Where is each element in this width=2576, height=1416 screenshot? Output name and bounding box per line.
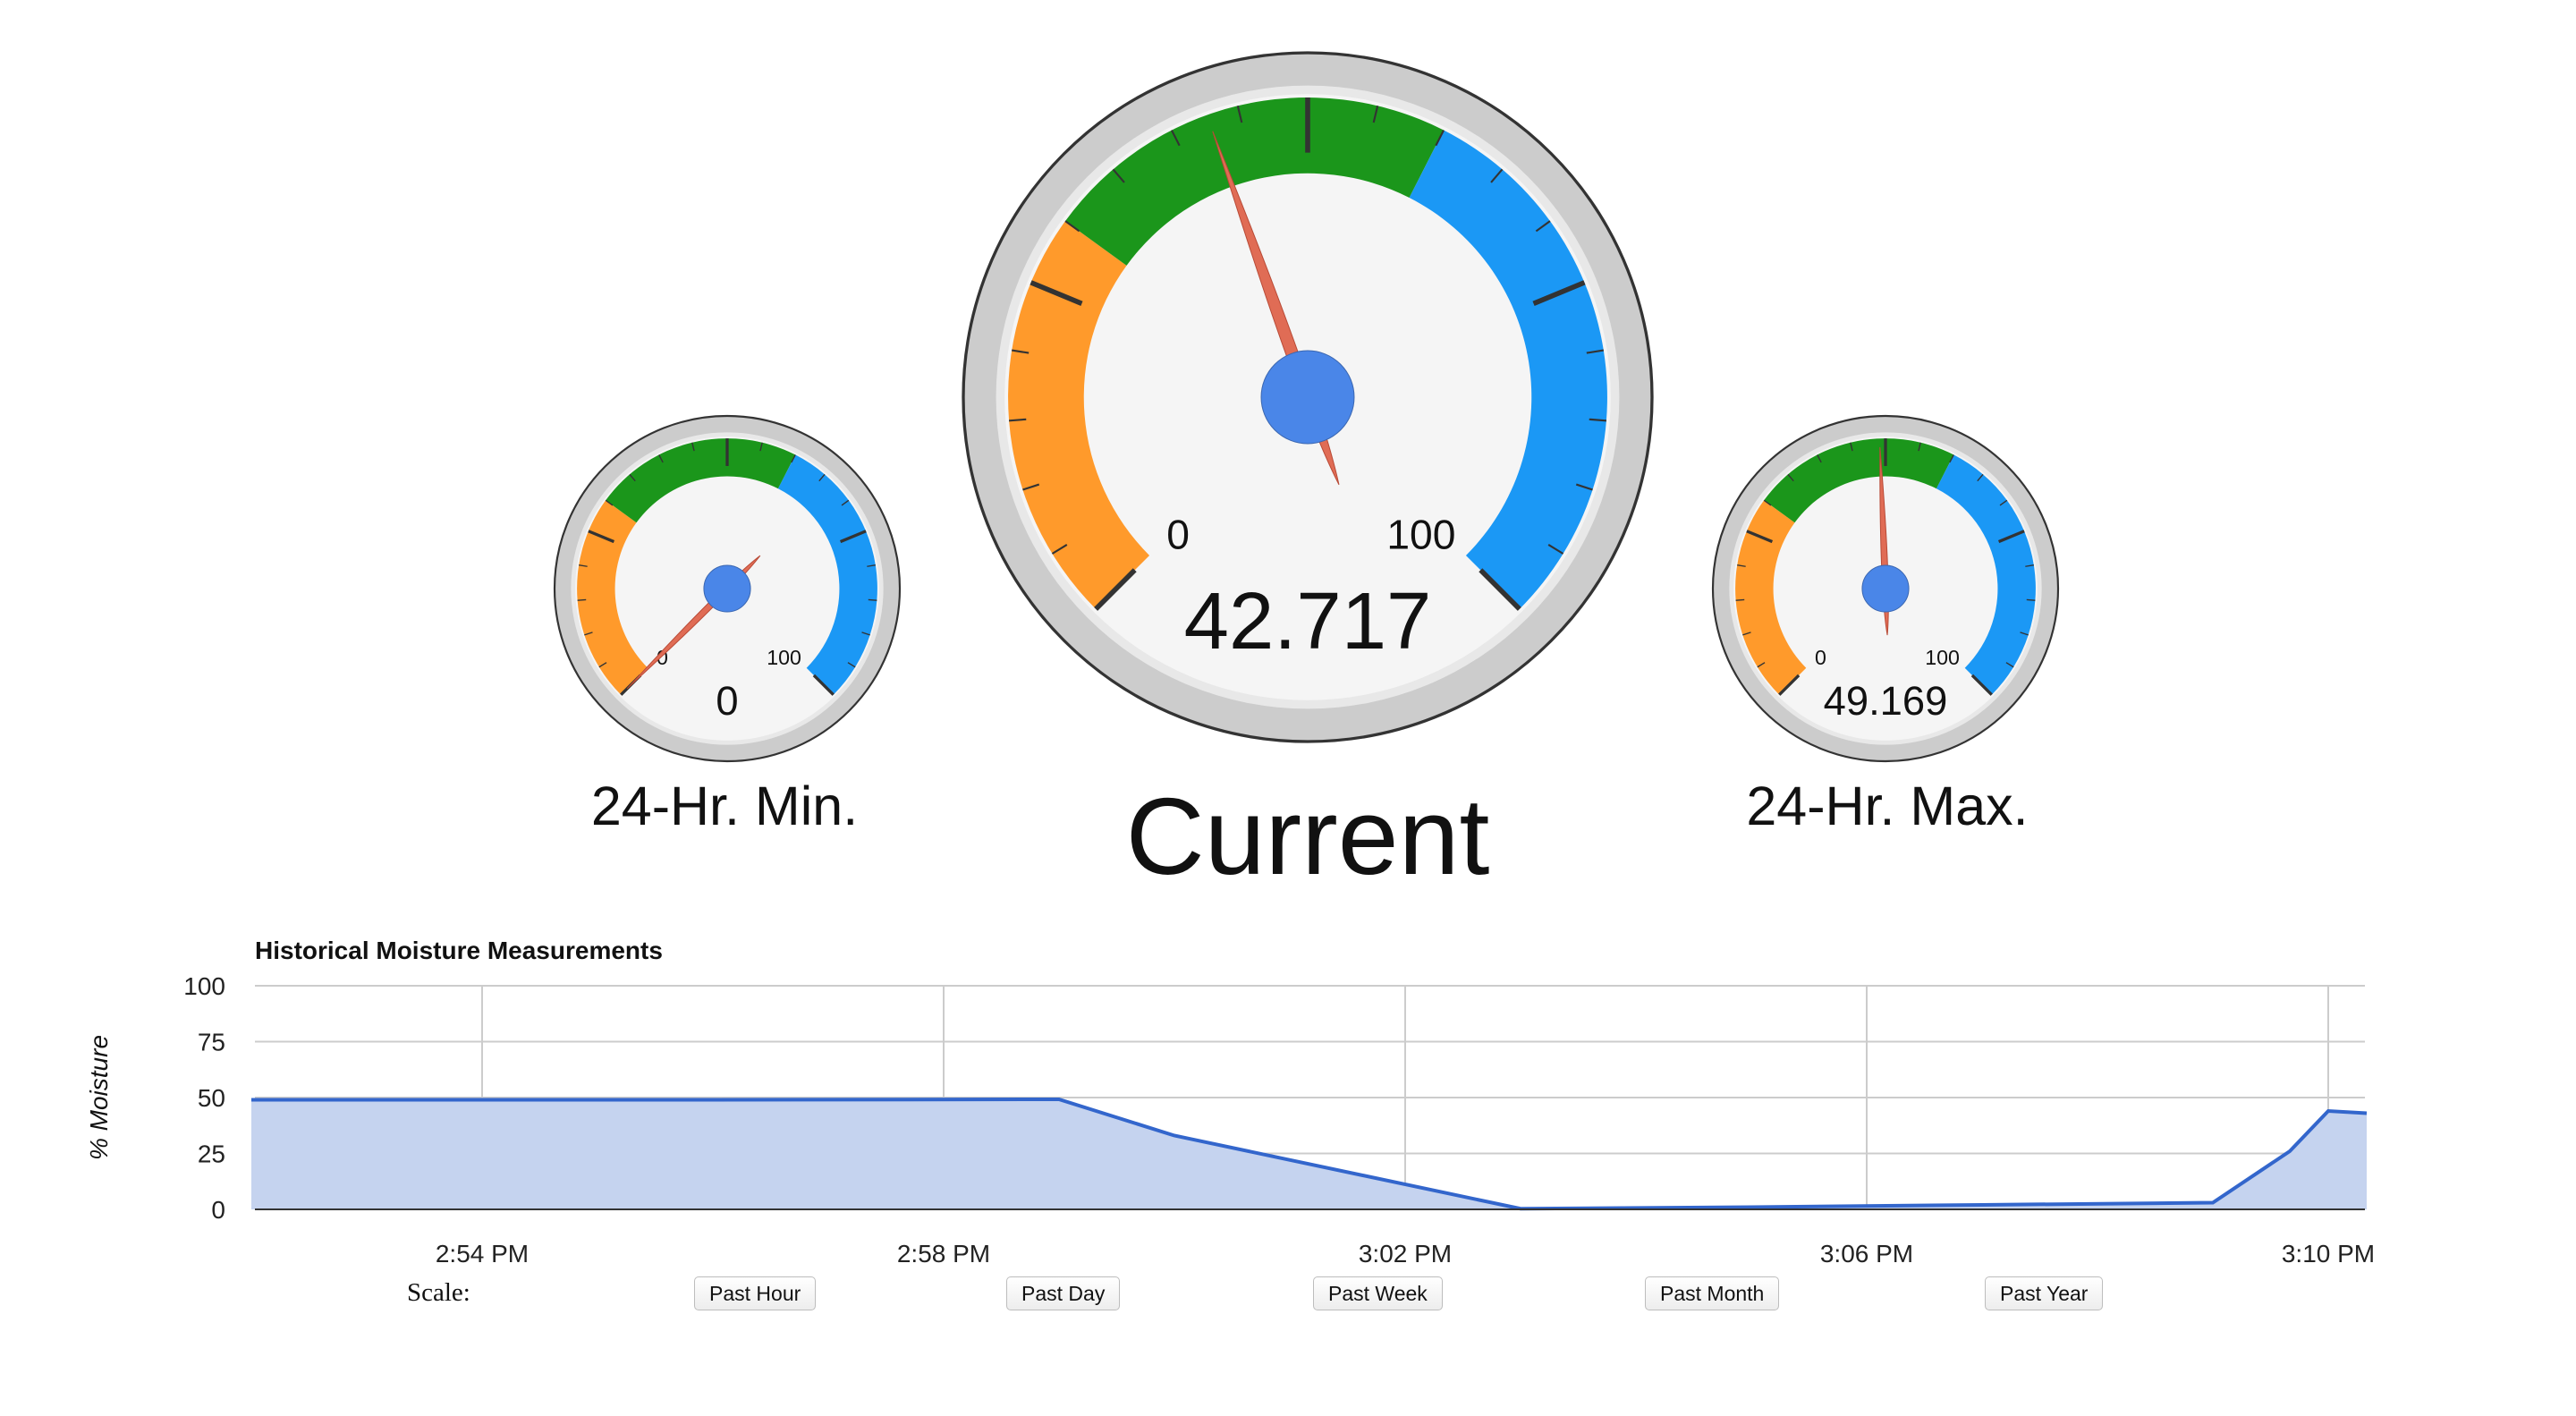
gauge-svg: 0 1000 <box>553 414 902 763</box>
past-day-button[interactable]: Past Day <box>1006 1276 1121 1310</box>
chart-data-point[interactable] <box>2289 1150 2292 1153</box>
gauge-range-min-label: 0 <box>1166 511 1190 557</box>
chart-title: Historical Moisture Measurements <box>255 937 663 964</box>
chart-x-tick-label: 2:54 PM <box>436 1240 529 1268</box>
chart-y-axis-label: % Moisture <box>85 1035 113 1160</box>
chart-data-point[interactable] <box>2212 1201 2215 1204</box>
gauge-range-max-label: 100 <box>1925 646 1960 669</box>
chart-y-tick-label: 100 <box>183 972 225 1000</box>
gauge-minor-tick <box>1735 598 1745 601</box>
gauge-value-label: 0 <box>716 678 738 724</box>
chart-y-tick-label: 25 <box>198 1140 225 1168</box>
gauge-range-min-label: 0 <box>1815 646 1826 669</box>
gauge-minor-tick <box>1589 418 1607 422</box>
past-hour-button[interactable]: Past Hour <box>694 1276 817 1310</box>
chart-svg: Historical Moisture Measurements 0 25 50 75 1… <box>85 937 2375 1268</box>
gauge-value-label: 49.169 <box>1824 678 1948 724</box>
gauge-hub <box>1861 564 1910 613</box>
chart-data-point[interactable] <box>2327 1110 2330 1113</box>
past-week-button[interactable]: Past Week <box>1313 1276 1443 1310</box>
gauge-svg: 0 100 42.717 <box>962 51 1654 743</box>
chart-data-point[interactable] <box>1981 1204 1984 1207</box>
chart-data-point[interactable] <box>1174 1134 1176 1137</box>
gauge-hub <box>1260 350 1355 445</box>
gauge-24hr-max: 0 100 49.169 <box>1708 411 2063 766</box>
gauge-value-label: 42.717 <box>1184 576 1432 666</box>
gauge-min-caption: 24-Hr. Min. <box>590 776 859 836</box>
dashboard: 0 100 0 0 100 42.717 0 100 49.169 24-Hr. Min. … <box>0 0 2576 1416</box>
chart-y-tick-label: 50 <box>198 1084 225 1112</box>
gauge-svg: 0 100 49.169 <box>1711 414 2060 763</box>
scale-label: Scale: <box>407 1278 470 1307</box>
gauge-range-max-label: 100 <box>767 646 801 669</box>
chart-x-tick-label: 2:58 PM <box>897 1240 990 1268</box>
chart-data-point[interactable] <box>1058 1098 1061 1101</box>
gauge-current: 0 100 42.717 <box>959 48 1657 746</box>
gauge-minor-tick <box>577 598 587 601</box>
gauge-minor-tick <box>2026 598 2036 601</box>
chart-x-tick-label: 3:10 PM <box>2282 1240 2375 1268</box>
past-month-button[interactable]: Past Month <box>1645 1276 1780 1310</box>
chart-data-point[interactable] <box>2366 1112 2368 1115</box>
moisture-history-chart: Historical Moisture Measurements 0 25 50 75 1… <box>0 912 2576 1288</box>
scale-controls: Scale: Past Hour Past Day Past Week Past… <box>0 1266 2576 1319</box>
gauge-24hr-min: 0 100 0 <box>550 411 904 766</box>
gauge-minor-tick <box>1008 418 1027 422</box>
chart-data-point[interactable] <box>712 1098 715 1101</box>
chart-data-point[interactable] <box>250 1098 253 1101</box>
gauge-current-caption: Current <box>1125 776 1490 897</box>
past-year-button[interactable]: Past Year <box>1985 1276 2104 1310</box>
chart-y-tick-label: 75 <box>198 1029 225 1056</box>
chart-x-tick-label: 3:02 PM <box>1359 1240 1452 1268</box>
chart-data-point[interactable] <box>1750 1206 1753 1208</box>
gauge-minor-tick <box>868 598 877 601</box>
gauge-range-max-label: 100 <box>1386 511 1455 557</box>
gauge-max-caption: 24-Hr. Max. <box>1746 776 2029 836</box>
gauge-hub <box>703 564 751 613</box>
chart-x-tick-label: 3:06 PM <box>1820 1240 1913 1268</box>
chart-y-tick-label: 0 <box>211 1196 225 1224</box>
